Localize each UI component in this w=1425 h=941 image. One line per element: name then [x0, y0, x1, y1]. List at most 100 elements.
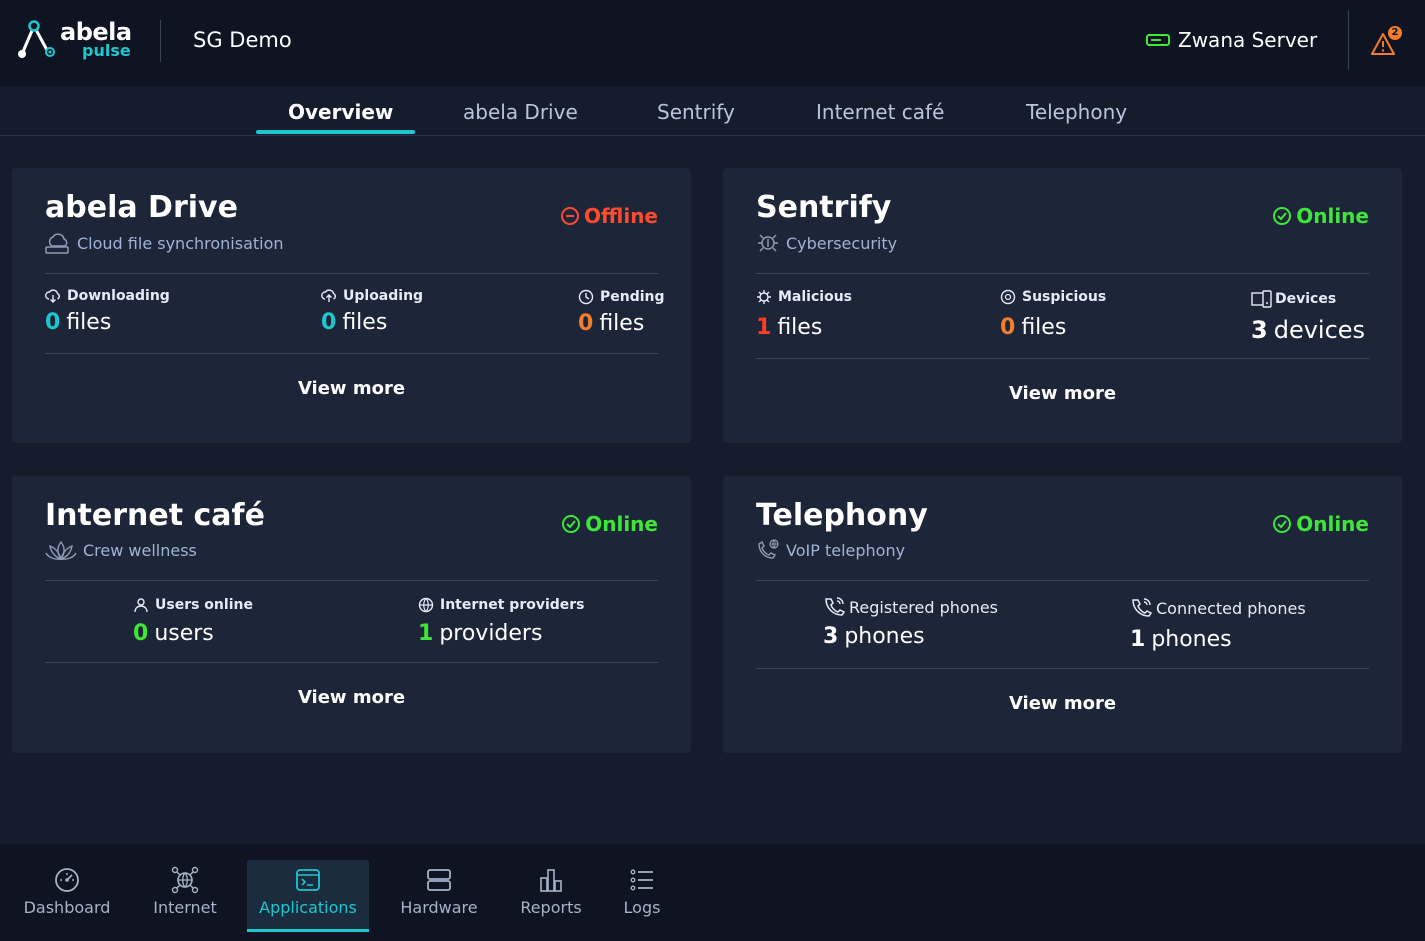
lotus-icon	[45, 540, 77, 561]
view-more-button[interactable]: View more	[723, 383, 1402, 404]
card-abela-drive: abela Drive Cloud file synchronisation O…	[12, 168, 691, 443]
view-more-button[interactable]: View more	[12, 687, 691, 708]
nav-applications[interactable]: Applications	[247, 860, 369, 932]
metric-number: 1	[756, 315, 772, 340]
tab-internet-cafe[interactable]: Internet café	[816, 100, 944, 124]
nav-label: Internet	[153, 898, 217, 917]
nav-hardware[interactable]: Hardware	[394, 860, 484, 932]
card-subtitle: Crew wellness	[45, 539, 197, 561]
tab-bar: Overview abela Drive Sentrify Internet c…	[0, 86, 1425, 136]
card-sentrify: Sentrify Cybersecurity Online Malicious …	[723, 168, 1402, 443]
top-header: abela pulse SG Demo Zwana Server 2	[0, 0, 1425, 86]
header-divider	[160, 20, 161, 62]
card-subtitle: Cloud file synchronisation	[45, 232, 284, 254]
status-badge: Online	[561, 512, 658, 536]
metric-label: Malicious	[778, 289, 852, 305]
metric-users-online: Users online 0 users	[133, 597, 253, 646]
tab-sentrify[interactable]: Sentrify	[657, 100, 735, 124]
nav-dashboard[interactable]: Dashboard	[18, 860, 116, 932]
nav-reports[interactable]: Reports	[514, 860, 588, 932]
alerts-button[interactable]: 2	[1370, 26, 1406, 56]
status-badge: Offline	[560, 204, 658, 228]
card-telephony: Telephony VoIP telephony Online Register…	[723, 476, 1402, 753]
metric-number: 3	[1251, 316, 1268, 344]
metric-devices: Devices 3 devices	[1251, 290, 1365, 344]
metric-internet-providers: Internet providers 1 providers	[418, 597, 585, 646]
status-text: Offline	[584, 204, 658, 228]
metric-unit: phones	[844, 624, 925, 649]
check-circle-icon	[562, 515, 581, 533]
nav-label: Reports	[520, 898, 582, 917]
abela-pulse-logo[interactable]: abela pulse	[14, 18, 134, 64]
metric-uploading: Uploading 0 files	[321, 288, 423, 335]
nav-logs[interactable]: Logs	[614, 860, 670, 932]
metric-label: Registered phones	[849, 597, 999, 617]
card-subtitle: VoIP telephony	[756, 539, 905, 561]
card-internet-cafe: Internet café Crew wellness Online Users…	[12, 476, 691, 753]
header-divider	[1348, 10, 1349, 70]
metric-number: 0	[321, 310, 337, 335]
voip-phone-icon	[758, 539, 779, 559]
card-subtitle-text: VoIP telephony	[786, 540, 906, 560]
metric-unit: files	[599, 311, 645, 336]
server-indicator[interactable]: Zwana Server	[1146, 28, 1317, 52]
card-title: Internet café	[45, 498, 265, 533]
tab-overview[interactable]: Overview	[288, 100, 393, 124]
site-title: SG Demo	[193, 28, 292, 52]
metric-unit: users	[154, 621, 214, 646]
virus-icon	[757, 290, 771, 304]
metric-number: 3	[823, 624, 839, 649]
metric-malicious: Malicious 1 files	[756, 289, 852, 340]
logo-mark-icon	[18, 20, 55, 58]
card-title: abela Drive	[45, 190, 238, 225]
divider	[756, 668, 1369, 669]
terminal-icon	[296, 869, 320, 891]
cloud-download-icon	[45, 289, 60, 303]
view-more-button[interactable]: View more	[723, 693, 1402, 714]
status-text: Online	[1296, 512, 1369, 536]
clock-icon	[578, 289, 594, 305]
metric-connected-phones: Connected phones 1 phones	[1130, 597, 1306, 652]
divider	[45, 353, 658, 354]
divider	[45, 662, 658, 663]
logo-word-pulse: pulse	[82, 41, 131, 60]
tab-telephony[interactable]: Telephony	[1026, 100, 1127, 124]
active-tab-indicator	[256, 130, 415, 134]
metric-unit: providers	[439, 621, 543, 646]
phone-call-icon	[1132, 598, 1153, 617]
phone-call-icon	[825, 597, 846, 616]
metric-number: 1	[1130, 627, 1146, 652]
gauge-icon	[55, 868, 79, 892]
metric-label: Suspicious	[1022, 289, 1107, 305]
card-title: Sentrify	[756, 190, 892, 225]
metric-unit: devices	[1273, 316, 1366, 344]
nav-label: Applications	[259, 898, 357, 917]
nav-internet[interactable]: Internet	[146, 860, 224, 932]
metric-number: 0	[578, 311, 594, 336]
card-subtitle-text: Cybersecurity	[786, 233, 898, 253]
card-subtitle: Cybersecurity	[756, 232, 897, 254]
status-badge: Online	[1272, 204, 1369, 228]
metric-label: Uploading	[343, 288, 424, 304]
metric-unit: files	[777, 315, 823, 340]
check-circle-icon	[1273, 207, 1292, 225]
tab-abela-drive[interactable]: abela Drive	[463, 100, 578, 124]
metric-unit: files	[1021, 315, 1067, 340]
nav-label: Hardware	[400, 898, 478, 917]
metric-downloading: Downloading 0 files	[45, 288, 170, 335]
alert-circle-icon	[1000, 289, 1016, 305]
divider	[756, 358, 1369, 359]
view-more-button[interactable]: View more	[12, 378, 691, 399]
offline-icon	[561, 207, 580, 225]
metric-pending: Pending 0 files	[578, 289, 665, 336]
card-subtitle-text: Cloud file synchronisation	[77, 233, 284, 253]
divider	[45, 273, 658, 274]
server-name: Zwana Server	[1178, 28, 1318, 52]
divider	[45, 580, 658, 581]
metric-suspicious: Suspicious 0 files	[1000, 289, 1106, 340]
divider	[756, 580, 1369, 581]
metric-unit: files	[66, 310, 112, 335]
check-circle-icon	[1273, 515, 1292, 533]
bottom-navigation: Dashboard Internet Applications Hardware…	[0, 844, 1425, 941]
bar-chart-icon	[540, 869, 562, 892]
